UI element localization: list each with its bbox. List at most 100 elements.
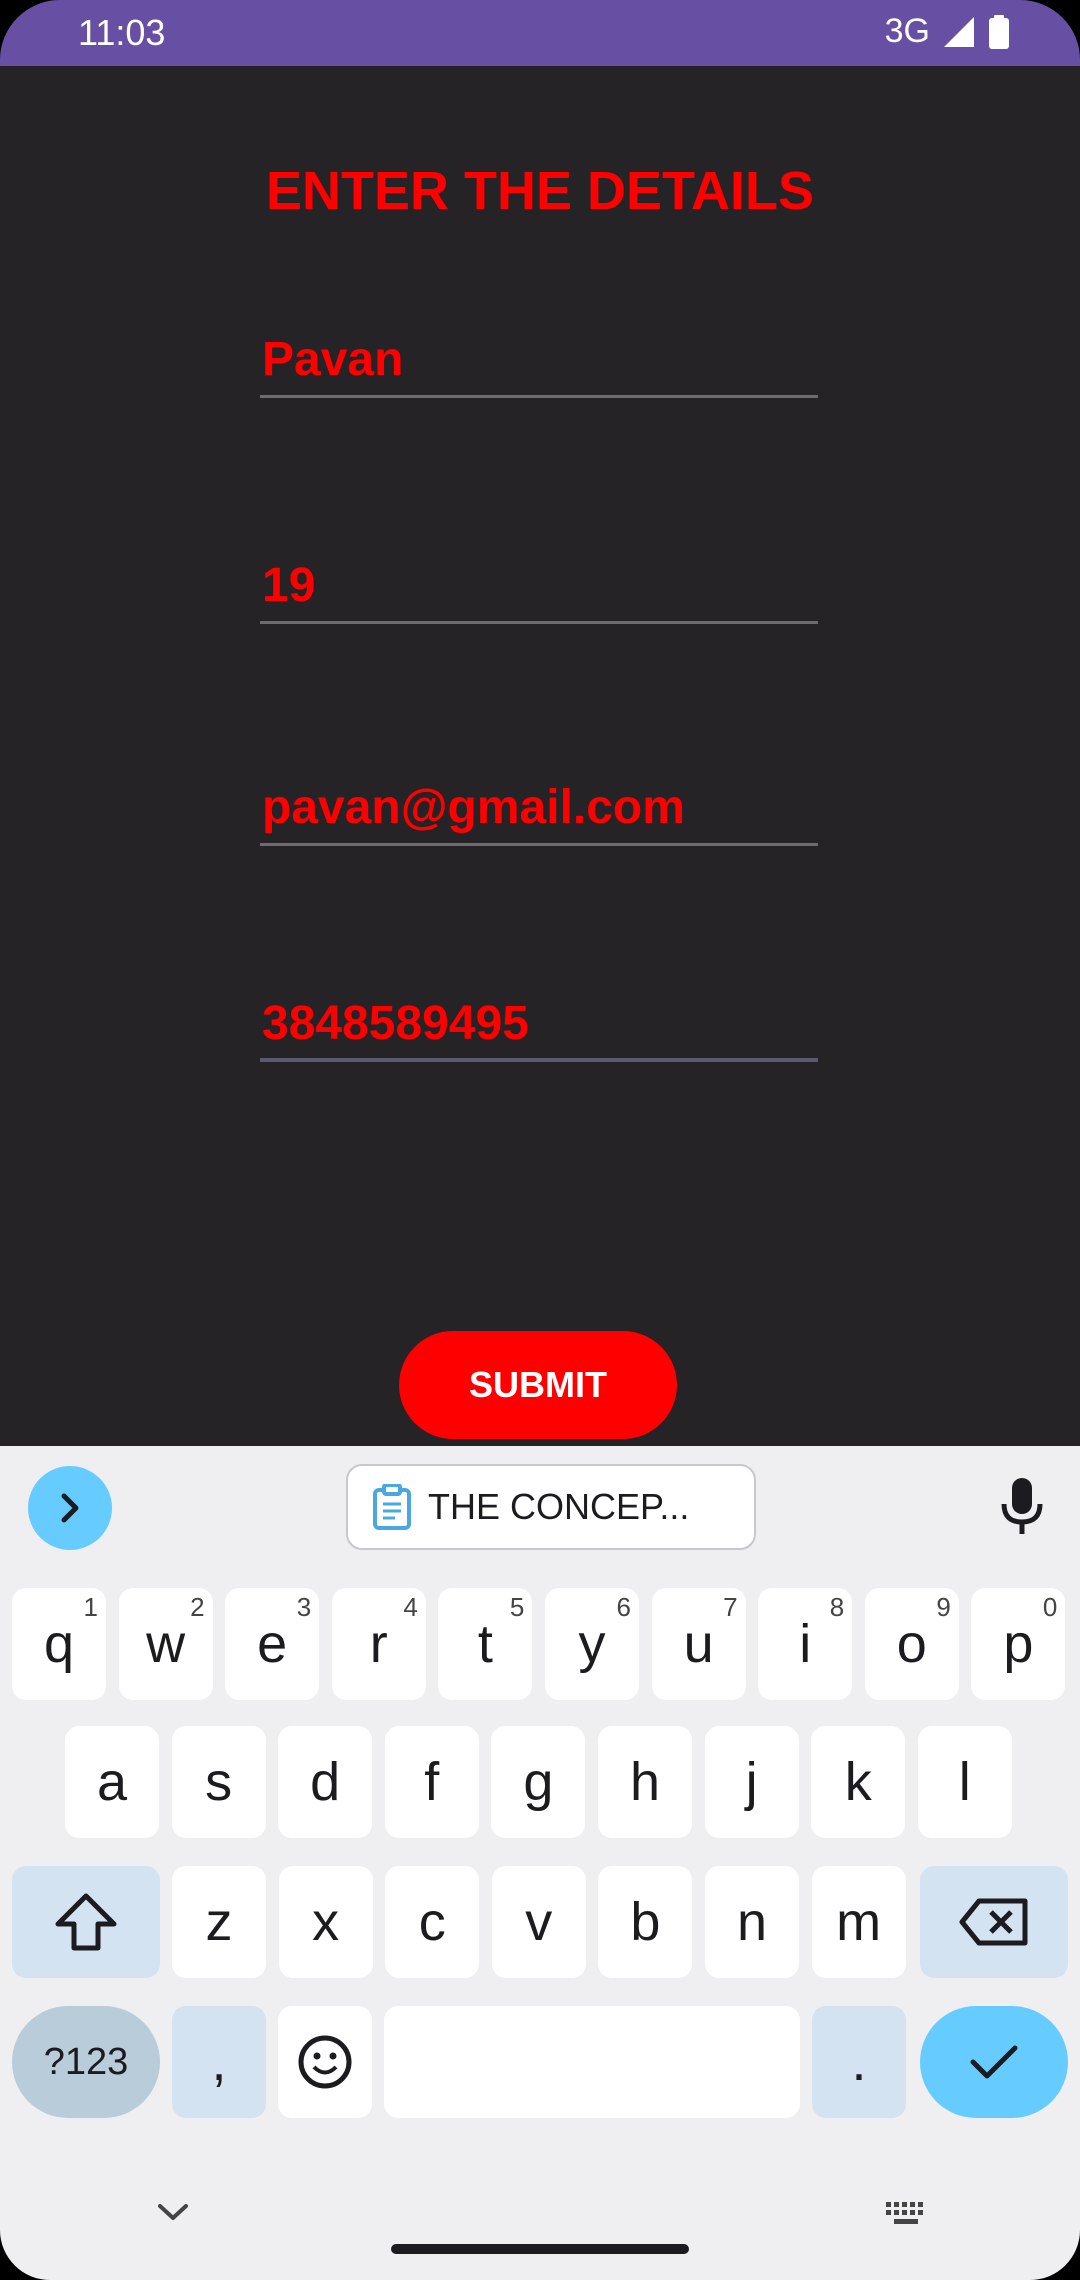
key-l[interactable]: l <box>917 1726 1012 1838</box>
shift-icon <box>55 1893 117 1951</box>
key-a[interactable]: a <box>65 1726 159 1838</box>
key-w-hint: 2 <box>190 1592 205 1622</box>
age-field[interactable]: 19 <box>260 558 818 624</box>
phone-field[interactable]: 3848589495 <box>260 996 818 1062</box>
emoji-key[interactable] <box>278 2006 372 2118</box>
key-o-hint: 9 <box>936 1592 951 1622</box>
status-time: 11:03 <box>78 12 166 53</box>
chevron-down-icon <box>158 2204 188 2220</box>
key-y[interactable]: y6 <box>545 1588 639 1700</box>
key-z[interactable]: z <box>172 1866 266 1978</box>
name-field[interactable]: Pavan <box>260 332 818 398</box>
submit-button[interactable]: SUBMIT <box>399 1331 677 1439</box>
clipboard-text: THE CONCEP... <box>428 1486 690 1527</box>
key-q-hint: 1 <box>83 1592 98 1622</box>
network-type: 3G <box>884 12 930 50</box>
key-u-label: u <box>683 1614 714 1674</box>
key-y-label: y <box>578 1614 606 1674</box>
key-e-label: e <box>257 1614 288 1674</box>
key-e[interactable]: e3 <box>225 1588 320 1700</box>
enter-key[interactable] <box>920 2006 1068 2118</box>
signal-icon <box>944 16 974 47</box>
email-field[interactable]: pavan@gmail.com <box>260 780 818 846</box>
key-h-label: h <box>629 1752 661 1812</box>
key-w-label: w <box>146 1614 186 1674</box>
key-q-label: q <box>43 1614 75 1674</box>
key-j-label: j <box>745 1752 758 1812</box>
shift-key[interactable] <box>12 1866 160 1978</box>
period-key[interactable]: . <box>812 2006 906 2118</box>
key-m[interactable]: m <box>811 1866 906 1978</box>
key-c-label: c <box>418 1892 446 1952</box>
key-d-label: d <box>310 1752 341 1812</box>
key-i-hint: 8 <box>829 1592 845 1622</box>
key-z-label: z <box>205 1892 233 1952</box>
comma-key[interactable]: , <box>172 2006 266 2118</box>
key-r-hint: 4 <box>403 1592 418 1622</box>
key-i[interactable]: i8 <box>758 1588 853 1700</box>
key-p-hint: 0 <box>1042 1592 1058 1622</box>
key-v-label: v <box>525 1892 553 1952</box>
key-d[interactable]: d <box>278 1726 373 1838</box>
key-c[interactable]: c <box>385 1866 480 1978</box>
chevron-right-icon <box>61 1493 79 1523</box>
page-title: ENTER THE DETAILS <box>265 161 814 221</box>
key-i-label: i <box>799 1614 812 1674</box>
status-icons: 3G <box>885 12 1010 51</box>
key-b[interactable]: b <box>598 1866 693 1978</box>
key-s[interactable]: s <box>171 1726 266 1838</box>
key-t-hint: 5 <box>509 1592 525 1622</box>
key-v[interactable]: v <box>491 1866 586 1978</box>
key-g-label: g <box>523 1752 554 1812</box>
backspace-key[interactable] <box>920 1866 1068 1978</box>
key-f[interactable]: f <box>384 1726 479 1838</box>
key-h[interactable]: h <box>598 1726 692 1838</box>
battery-icon <box>989 14 1009 49</box>
soft-keyboard: THE CONCEP... ?123 , . q 1 w 2 e 3 r 4 t… <box>0 1446 1080 2280</box>
key-x[interactable]: x <box>278 1866 373 1978</box>
key-a-label: a <box>96 1752 128 1812</box>
key-b-label: b <box>630 1892 661 1952</box>
hide-keyboard-button[interactable] <box>156 2202 190 2227</box>
key-r[interactable]: r4 <box>331 1588 426 1700</box>
key-j[interactable]: j <box>704 1726 799 1838</box>
key-r-label: r <box>369 1614 388 1674</box>
backspace-icon <box>959 1898 1028 1946</box>
key-m-label: m <box>836 1892 882 1952</box>
microphone-icon <box>1001 1478 1043 1534</box>
symbols-key[interactable]: ?123 <box>12 2006 160 2118</box>
clipboard-suggestion[interactable]: THE CONCEP... <box>346 1464 756 1550</box>
key-t[interactable]: t5 <box>438 1588 533 1700</box>
key-o-label: o <box>896 1614 927 1674</box>
key-s-label: s <box>205 1752 233 1812</box>
keyboard-switch-button[interactable] <box>884 2200 928 2233</box>
key-w[interactable]: w2 <box>118 1588 213 1700</box>
emoji-icon <box>298 2035 352 2089</box>
keyboard-expand-button[interactable] <box>28 1466 112 1550</box>
key-p[interactable]: p0 <box>971 1588 1066 1700</box>
clipboard-icon <box>373 1484 411 1530</box>
key-o[interactable]: o9 <box>864 1588 959 1700</box>
app-screen: 11:03 3G ENTER THE DETAILS Pavan 19 pava… <box>0 0 1080 2280</box>
key-u[interactable]: u7 <box>651 1588 746 1700</box>
key-k[interactable]: k <box>811 1726 906 1838</box>
key-p-label: p <box>1003 1614 1034 1674</box>
key-n-label: n <box>736 1892 768 1952</box>
key-f-label: f <box>424 1752 440 1812</box>
key-e-hint: 3 <box>296 1592 312 1622</box>
key-n[interactable]: n <box>705 1866 799 1978</box>
key-k-label: k <box>844 1752 872 1812</box>
key-u-hint: 7 <box>723 1592 738 1622</box>
space-key[interactable] <box>384 2006 800 2118</box>
status-bar: 11:03 3G <box>0 0 1080 66</box>
key-t-label: t <box>477 1614 493 1674</box>
key-g[interactable]: g <box>491 1726 586 1838</box>
keyboard-icon <box>886 2202 923 2224</box>
key-l-label: l <box>958 1752 971 1812</box>
key-x-label: x <box>312 1892 340 1952</box>
key-y-hint: 6 <box>616 1592 631 1622</box>
key-q[interactable]: q1 <box>12 1588 106 1700</box>
gesture-handle[interactable] <box>391 2244 689 2254</box>
voice-input-button[interactable] <box>1000 1476 1044 1543</box>
checkmark-icon <box>970 2045 1018 2079</box>
